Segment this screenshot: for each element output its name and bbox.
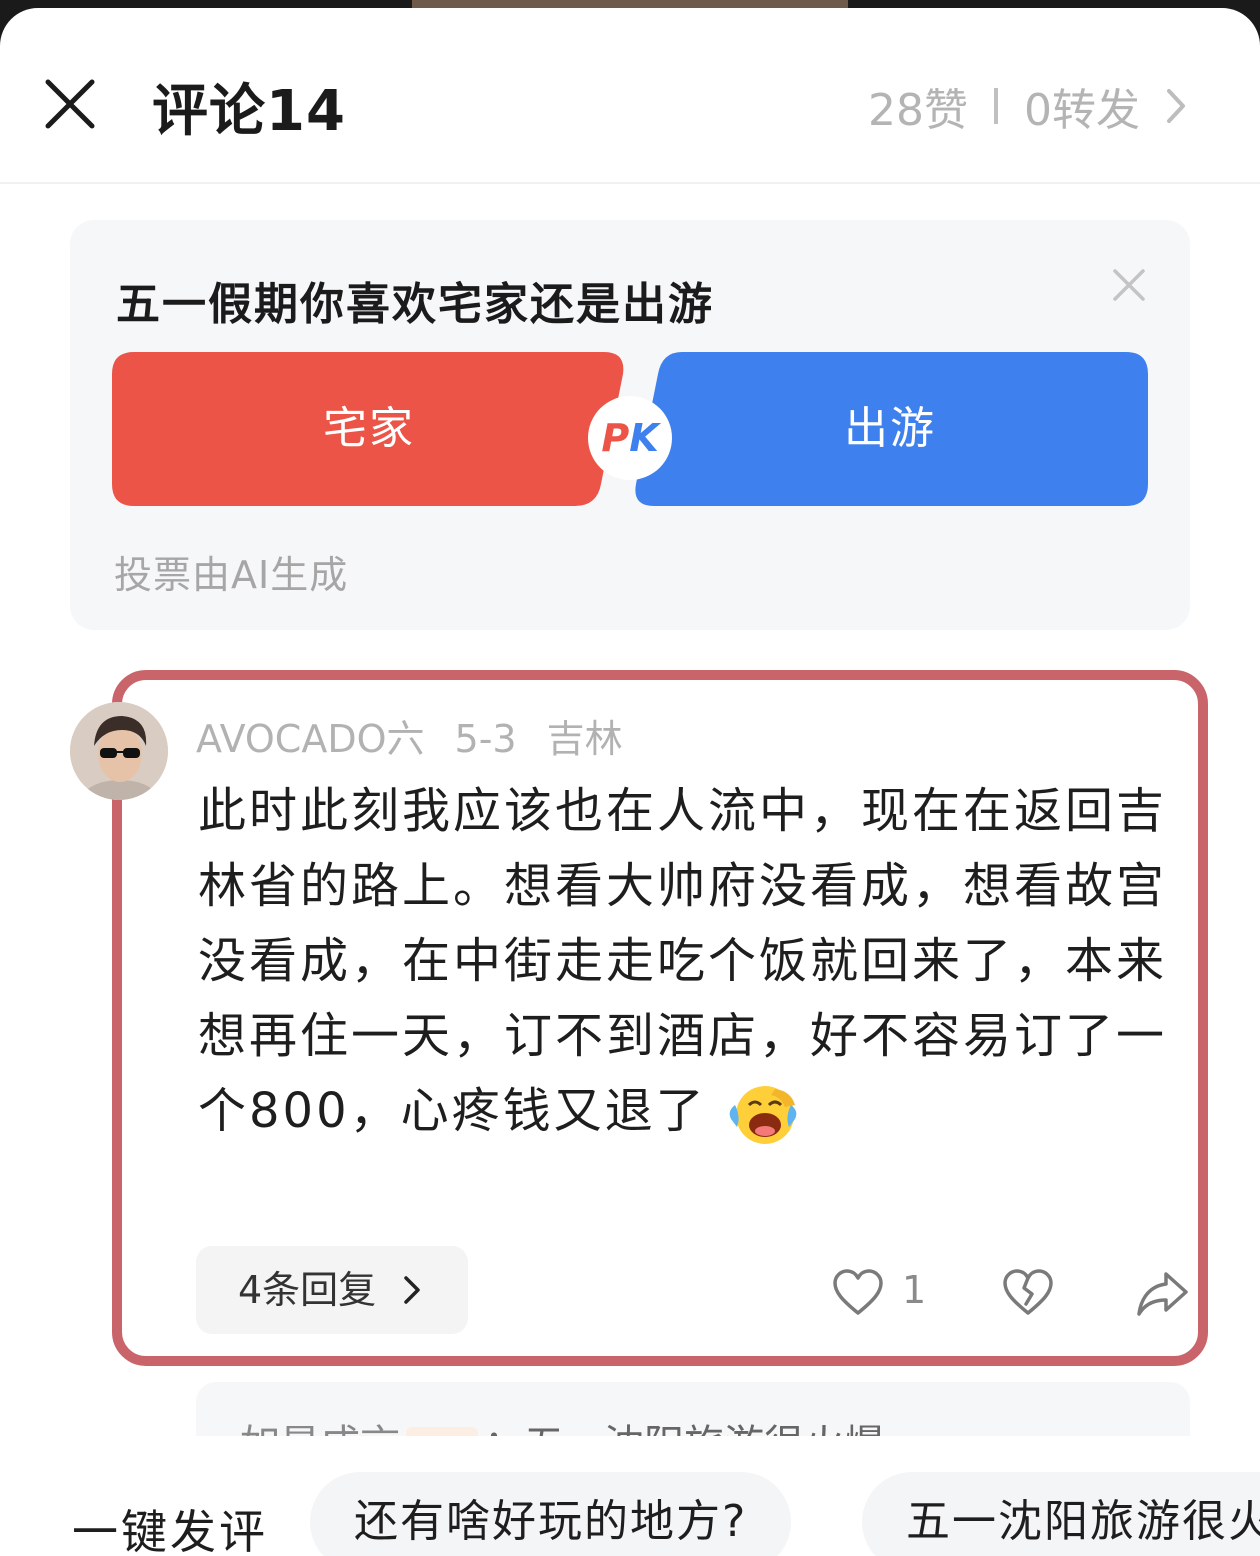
avatar[interactable] [70, 702, 168, 800]
poll-question: 五一假期你喜欢宅家还是出游 [116, 279, 714, 330]
replies-label: 4条回复 [238, 1268, 377, 1312]
suggestion-chip[interactable]: 还有啥好玩的地方? [310, 1472, 792, 1556]
poll-ai-note: 投票由AI生成 [114, 553, 349, 597]
comment-sheet: 评论14 28赞 0转发 五一假期你喜欢宅家还是出游 宅家 出游 PK 投票由A… [0, 8, 1260, 1556]
laughing-crying-emoji-icon [729, 1086, 797, 1144]
poll-option-label: 出游 [844, 403, 936, 454]
quick-comment-bar: 一键发评 还有啥好玩的地方? 五一沈阳旅游很火 [0, 1436, 1260, 1556]
chevron-right-icon [404, 1276, 420, 1304]
comment-username[interactable]: AVOCADO六 [196, 717, 425, 761]
comment-date: 5-3 [454, 717, 517, 761]
poll-option-travel[interactable]: 出游 [632, 352, 1148, 506]
post-stats[interactable]: 28赞 0转发 [868, 74, 1140, 138]
likes-count: 28赞 [868, 85, 968, 136]
poll-option-label: 宅家 [323, 403, 415, 454]
suggestion-chip[interactable]: 五一沈阳旅游很火 [862, 1472, 1260, 1556]
comment-body[interactable]: 此时此刻我应该也在人流中，现在在返回吉林省的路上。想看大帅府没看成，想看故宫没看… [198, 774, 1178, 1149]
status-strip [412, 0, 848, 8]
comment-location: 吉林 [546, 717, 623, 761]
close-icon[interactable] [1112, 268, 1146, 302]
pk-letter-p: P [601, 416, 630, 460]
pk-letter-k: K [629, 416, 659, 460]
share-icon[interactable] [1136, 1270, 1188, 1318]
page-title: 评论14 [152, 79, 346, 144]
poll-card: 五一假期你喜欢宅家还是出游 宅家 出游 PK 投票由AI生成 [70, 220, 1190, 630]
comment-text: 此时此刻我应该也在人流中，现在在返回吉林省的路上。想看大帅府没看成，想看故宫没看… [198, 783, 1168, 1139]
broken-heart-icon[interactable] [1002, 1268, 1054, 1316]
like-count: 1 [902, 1268, 927, 1312]
quick-comment-label: 一键发评 [72, 1505, 268, 1556]
poll-option-stay-home[interactable]: 宅家 [112, 352, 626, 506]
reposts-count: 0转发 [1024, 85, 1140, 136]
chevron-right-icon[interactable] [1166, 88, 1186, 124]
pk-badge: PK [588, 396, 672, 480]
heart-icon[interactable] [832, 1268, 884, 1316]
header-divider [0, 182, 1260, 184]
close-icon[interactable] [44, 78, 96, 130]
comment-meta: AVOCADO六 5-3 吉林 [196, 708, 653, 763]
stats-divider [994, 88, 998, 124]
view-replies-button[interactable]: 4条回复 [196, 1246, 468, 1334]
